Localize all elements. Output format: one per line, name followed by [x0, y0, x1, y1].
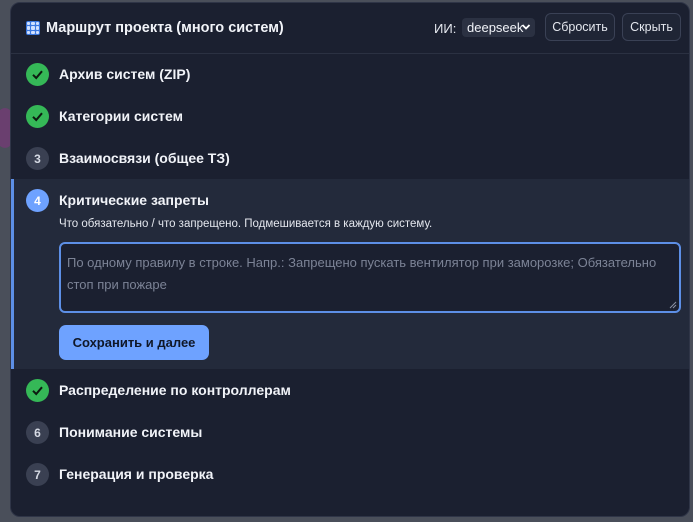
step-item-6[interactable]: 6 Понимание системы: [11, 411, 689, 453]
step-done-badge: [26, 63, 49, 86]
ai-label: ИИ:: [434, 21, 457, 36]
step-label: Критические запреты: [59, 192, 209, 208]
step-item-3[interactable]: 3 Взаимосвязи (общее ТЗ): [11, 137, 689, 179]
step-number-badge: 7: [26, 463, 49, 486]
step-number-badge: 6: [26, 421, 49, 444]
step-label: Понимание системы: [59, 424, 203, 440]
step-item-1[interactable]: Архив систем (ZIP): [11, 53, 689, 95]
step-item-7[interactable]: 7 Генерация и проверка: [11, 453, 689, 495]
ai-model-value: deepseek: [467, 20, 524, 35]
step-label: Категории систем: [59, 108, 183, 124]
step-item-4[interactable]: 4 Критические запреты: [14, 179, 689, 221]
panel-title: Маршрут проекта (много систем): [46, 20, 284, 36]
step-description: Что обязательно / что запрещено. Подмеши…: [59, 218, 433, 230]
save-and-next-button[interactable]: Сохранить и далее: [59, 325, 209, 360]
step-item-2[interactable]: Категории систем: [11, 95, 689, 137]
check-icon: [32, 70, 43, 80]
rules-textarea[interactable]: По одному правилу в строке. Напр.: Запре…: [59, 242, 681, 313]
check-icon: [32, 386, 43, 396]
step-number-badge: 4: [26, 189, 49, 212]
step-label: Взаимосвязи (общее ТЗ): [59, 150, 230, 166]
hide-button[interactable]: Скрыть: [622, 13, 681, 41]
step-item-4-active: 4 Критические запреты Что обязательно / …: [11, 179, 689, 369]
chevron-down-icon: [521, 24, 531, 30]
step-label: Архив систем (ZIP): [59, 66, 191, 82]
step-label: Генерация и проверка: [59, 466, 214, 482]
grid-logo-icon: [26, 21, 40, 35]
step-done-badge: [26, 379, 49, 402]
project-route-panel: Маршрут проекта (много систем) ИИ: deeps…: [10, 2, 690, 517]
textarea-placeholder: По одному правилу в строке. Напр.: Запре…: [67, 255, 657, 292]
ai-model-select[interactable]: deepseek: [462, 18, 535, 37]
step-number-badge: 3: [26, 147, 49, 170]
resize-handle-icon[interactable]: [669, 301, 677, 309]
step-label: Распределение по контроллерам: [59, 382, 291, 398]
check-icon: [32, 112, 43, 122]
panel-header: Маршрут проекта (много систем) ИИ: deeps…: [11, 3, 689, 54]
step-item-5[interactable]: Распределение по контроллерам: [11, 369, 689, 411]
reset-button[interactable]: Сбросить: [545, 13, 615, 41]
step-done-badge: [26, 105, 49, 128]
